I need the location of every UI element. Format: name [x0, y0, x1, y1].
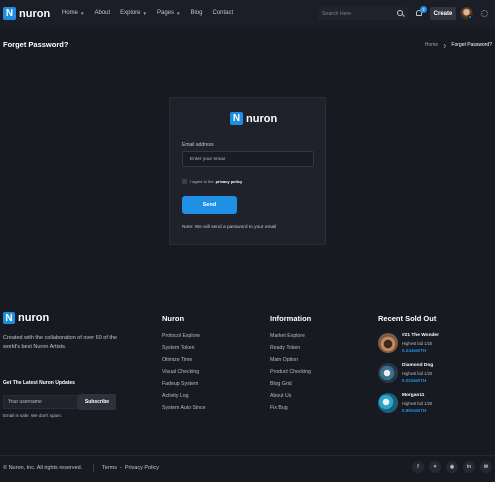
nav-label: Contact — [212, 10, 234, 16]
nft-thumbnail — [378, 333, 398, 353]
nav-item-pages[interactable]: Pages ▼ — [157, 10, 180, 16]
nft-bid: Highest bid 1/20 — [402, 371, 433, 376]
footer-link[interactable]: Main Option — [270, 357, 311, 369]
separator-dot: - — [119, 465, 122, 471]
privacy-policy-link[interactable]: privacy policy — [216, 179, 243, 184]
nuron-logo[interactable]: N nuron — [3, 7, 50, 20]
search-box — [318, 7, 408, 20]
logo-wordmark: nuron — [19, 7, 51, 20]
nav-item-home[interactable]: Home ▼ — [62, 10, 84, 16]
footer-divider — [0, 455, 495, 456]
gear-icon[interactable] — [481, 10, 488, 17]
footer-link[interactable]: Blog Grid — [270, 381, 311, 393]
nav-item-about[interactable]: About — [94, 10, 110, 16]
privacy-checkbox[interactable] — [182, 179, 187, 184]
logo-wordmark: nuron — [246, 112, 278, 125]
footer-link[interactable]: Visual Checking — [162, 369, 206, 381]
main-nav: Home ▼ About Explore ▼ Pages ▼ Blog Contact — [62, 10, 243, 16]
agree-text: I agree to the — [190, 179, 214, 184]
privacy-agreement: I agree to the privacy policy — [182, 179, 242, 184]
online-status-dot — [468, 15, 472, 19]
footer-column-title-information: Information — [270, 314, 312, 323]
nft-name: Diamond Dog — [402, 363, 434, 368]
copyright: © Nuron, Inc. All rights reserved. — [3, 465, 83, 471]
nav-item-explore[interactable]: Explore ▼ — [120, 10, 147, 16]
footer-link[interactable]: Market Explore — [270, 333, 311, 345]
nav-label: Explore — [120, 10, 141, 16]
footer-link[interactable]: Fadeup System — [162, 381, 206, 393]
nft-price: 0.022wETH — [402, 378, 427, 383]
twitter-icon[interactable]: ✦ — [429, 461, 441, 473]
newsletter-title: Get The Latest Nuron Updates — [3, 380, 75, 386]
nav-label: Blog — [190, 10, 203, 16]
breadcrumb: Home ❯ Forget Password? — [425, 42, 492, 48]
nav-item-contact[interactable]: Contact — [212, 10, 233, 16]
social-links: f ✦ ◉ in ✉ — [412, 461, 495, 473]
chevron-down-icon: ▼ — [176, 10, 181, 16]
footer-column-title-nuron: Nuron — [162, 314, 185, 323]
footer-link[interactable]: Ready Token — [270, 345, 311, 357]
nft-thumbnail — [378, 393, 398, 413]
nuron-logo: N nuron — [230, 112, 277, 125]
breadcrumb-home[interactable]: Home — [425, 42, 438, 48]
search-input[interactable] — [322, 10, 396, 17]
notification-badge: 2 — [420, 6, 427, 13]
breadcrumb-current: Forget Password? — [451, 42, 492, 48]
forget-password-card: N nuron Email address I agree to the pri… — [169, 97, 326, 245]
footer-link[interactable]: Product Checking — [270, 369, 311, 381]
page-title: Forget Password? — [3, 40, 69, 49]
nft-name: #21 The Wonder — [402, 333, 439, 338]
nft-price: 0.244wETH — [402, 348, 427, 353]
nav-item-blog[interactable]: Blog — [190, 10, 202, 16]
nft-bid: Highest bid 1/20 — [402, 401, 433, 406]
footer-link[interactable]: Activity Log — [162, 393, 206, 405]
footer-link[interactable]: Otimize Time — [162, 357, 206, 369]
create-button[interactable]: Create — [430, 7, 456, 20]
logo-mark: N — [3, 7, 16, 20]
footer-links-nuron: Protocol Explore System Token Otimize Ti… — [162, 333, 206, 417]
nft-price: 0.892wETH — [402, 408, 427, 413]
footer-link[interactable]: System Token — [162, 345, 206, 357]
recent-sold-title: Recent Sold Out — [378, 314, 437, 323]
footer-link[interactable]: Fix Bug — [270, 405, 311, 417]
no-spam-note: Email is safe. We don't spam. — [3, 413, 63, 418]
chevron-down-icon: ▼ — [142, 10, 147, 16]
nft-thumbnail — [378, 363, 398, 383]
logo-wordmark: nuron — [18, 312, 50, 324]
privacy-policy-link[interactable]: Privacy Policy — [125, 465, 159, 471]
nav-label: Pages — [156, 10, 174, 16]
top-header: N nuron Home ▼ About Explore ▼ Pages ▼ Blog… — [0, 0, 495, 28]
instagram-icon[interactable]: ◉ — [446, 461, 458, 473]
legal-links: Terms - Privacy Policy — [102, 465, 159, 471]
facebook-icon[interactable]: f — [412, 461, 424, 473]
nft-name: Morgan11 — [402, 393, 425, 398]
form-note: Note: We will send a password to your em… — [182, 225, 277, 230]
subscribe-button[interactable]: Subscribe — [78, 394, 116, 410]
footer-link[interactable]: System Auto Since — [162, 405, 206, 417]
separator — [93, 464, 94, 472]
footer-tagline: Created with the collaboration of over 6… — [3, 335, 118, 350]
nav-label: About — [94, 10, 111, 16]
nft-bid: Highest bid 1/20 — [402, 341, 433, 346]
logo-mark: N — [3, 312, 15, 324]
footer-link[interactable]: About Us — [270, 393, 311, 405]
logo-mark: N — [230, 112, 243, 125]
email-field[interactable] — [182, 151, 314, 167]
nav-label: Home — [62, 10, 79, 16]
linkedin-icon[interactable]: in — [463, 461, 475, 473]
newsletter-username-input[interactable] — [3, 395, 78, 409]
mail-icon[interactable]: ✉ — [480, 461, 492, 473]
footer-links-information: Market Explore Ready Token Main Option P… — [270, 333, 311, 417]
footer-link[interactable]: Protocol Explore — [162, 333, 206, 345]
send-button[interactable]: Send — [182, 196, 237, 214]
email-label: Email address — [182, 142, 214, 148]
search-icon[interactable] — [397, 10, 403, 16]
terms-link[interactable]: Terms — [102, 465, 117, 471]
footer-logo[interactable]: N nuron — [3, 312, 49, 324]
chevron-right-icon: ❯ — [443, 42, 447, 48]
chevron-down-icon: ▼ — [80, 10, 85, 16]
